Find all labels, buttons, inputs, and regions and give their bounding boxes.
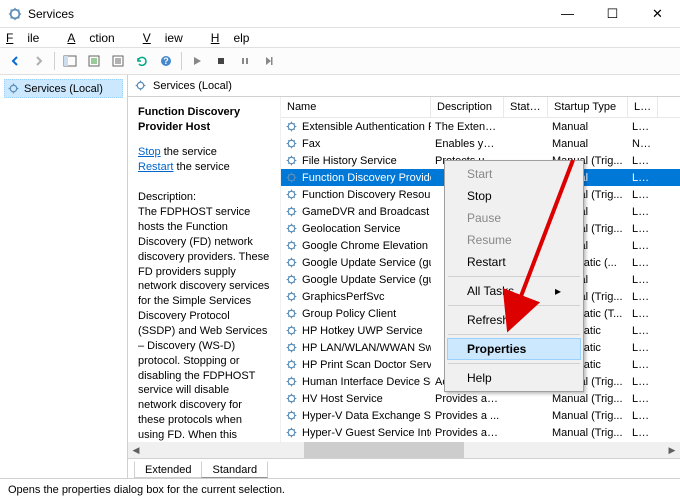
ctx-pause: Pause bbox=[447, 207, 581, 229]
ctx-separator bbox=[448, 276, 580, 277]
menu-bar: File Action View Help bbox=[0, 28, 680, 47]
detail-service-name: Function Discovery Provider Host bbox=[138, 105, 270, 135]
toolbar: ? bbox=[0, 47, 680, 75]
grid-header: Name Description Status Startup Type Log bbox=[281, 97, 680, 118]
ctx-separator bbox=[448, 305, 580, 306]
ctx-separator bbox=[448, 334, 580, 335]
col-header-startup[interactable]: Startup Type bbox=[548, 97, 628, 117]
service-row[interactable]: FaxEnables you...ManualNetw bbox=[281, 135, 680, 152]
service-row[interactable]: HV Host ServiceProvides an ...Manual (Tr… bbox=[281, 390, 680, 407]
ctx-properties[interactable]: Properties bbox=[447, 338, 581, 360]
content-pane: Services (Local) Function Discovery Prov… bbox=[128, 75, 680, 478]
scroll-right-icon[interactable]: ▶ bbox=[664, 442, 680, 458]
tab-standard[interactable]: Standard bbox=[201, 461, 268, 478]
ctx-restart[interactable]: Restart bbox=[447, 251, 581, 273]
forward-button[interactable] bbox=[28, 50, 50, 72]
link-restart-service[interactable]: Restart bbox=[138, 161, 173, 173]
properties-button[interactable] bbox=[107, 50, 129, 72]
scrollbar-thumb[interactable] bbox=[304, 442, 464, 458]
horizontal-scrollbar[interactable]: ◀ ▶ bbox=[128, 442, 680, 458]
tree-pane: Services (Local) bbox=[0, 75, 128, 478]
detail-description-text: The FDPHOST service hosts the Function D… bbox=[138, 205, 270, 478]
stop-service-button[interactable] bbox=[210, 50, 232, 72]
pause-service-button[interactable] bbox=[234, 50, 256, 72]
back-button[interactable] bbox=[4, 50, 26, 72]
col-header-status[interactable]: Status bbox=[504, 97, 548, 117]
col-header-description[interactable]: Description bbox=[431, 97, 504, 117]
link-stop-service[interactable]: Stop bbox=[138, 146, 161, 158]
title-bar: Services — ☐ ✕ bbox=[0, 0, 680, 28]
status-bar: Opens the properties dialog box for the … bbox=[0, 478, 680, 500]
ctx-separator bbox=[448, 363, 580, 364]
gear-icon bbox=[134, 79, 147, 92]
service-row[interactable]: Extensible Authentication P...The Extens… bbox=[281, 118, 680, 135]
show-hide-tree-button[interactable] bbox=[59, 50, 81, 72]
service-row[interactable]: Hyper-V Data Exchange Ser...Provides a .… bbox=[281, 407, 680, 424]
help-button[interactable]: ? bbox=[155, 50, 177, 72]
tab-extended[interactable]: Extended bbox=[134, 461, 202, 478]
content-header-title: Services (Local) bbox=[153, 80, 232, 92]
service-row[interactable]: Hyper-V Guest Service Inter...Provides a… bbox=[281, 424, 680, 441]
start-service-button[interactable] bbox=[186, 50, 208, 72]
refresh-button[interactable] bbox=[131, 50, 153, 72]
status-bar-text: Opens the properties dialog box for the … bbox=[8, 484, 285, 496]
detail-description-label: Description: bbox=[138, 190, 270, 205]
close-button[interactable]: ✕ bbox=[635, 0, 680, 28]
ctx-all-tasks[interactable]: All Tasks▸ bbox=[447, 280, 581, 302]
restart-service-button[interactable] bbox=[258, 50, 280, 72]
window-title: Services bbox=[28, 7, 545, 21]
ctx-refresh[interactable]: Refresh bbox=[447, 309, 581, 331]
services-app-icon bbox=[8, 7, 22, 21]
ctx-start: Start bbox=[447, 163, 581, 185]
menu-help[interactable]: Help bbox=[211, 31, 264, 45]
menu-file[interactable]: File bbox=[6, 31, 53, 45]
menu-view[interactable]: View bbox=[143, 31, 197, 45]
menu-action[interactable]: Action bbox=[67, 31, 128, 45]
ctx-resume: Resume bbox=[447, 229, 581, 251]
detail-pane: Function Discovery Provider Host Stop th… bbox=[128, 97, 280, 478]
ctx-help[interactable]: Help bbox=[447, 367, 581, 389]
gear-icon bbox=[7, 82, 20, 95]
svg-text:?: ? bbox=[163, 56, 169, 66]
ctx-stop[interactable]: Stop bbox=[447, 185, 581, 207]
context-menu: Start Stop Pause Resume Restart All Task… bbox=[444, 160, 584, 392]
minimize-button[interactable]: — bbox=[545, 0, 590, 28]
export-button[interactable] bbox=[83, 50, 105, 72]
scroll-left-icon[interactable]: ◀ bbox=[128, 442, 144, 458]
col-header-logon[interactable]: Log bbox=[628, 97, 658, 117]
tree-item-services-local[interactable]: Services (Local) bbox=[4, 79, 123, 98]
maximize-button[interactable]: ☐ bbox=[590, 0, 635, 28]
col-header-name[interactable]: Name bbox=[281, 97, 431, 117]
view-tabs: Extended Standard bbox=[128, 458, 680, 478]
